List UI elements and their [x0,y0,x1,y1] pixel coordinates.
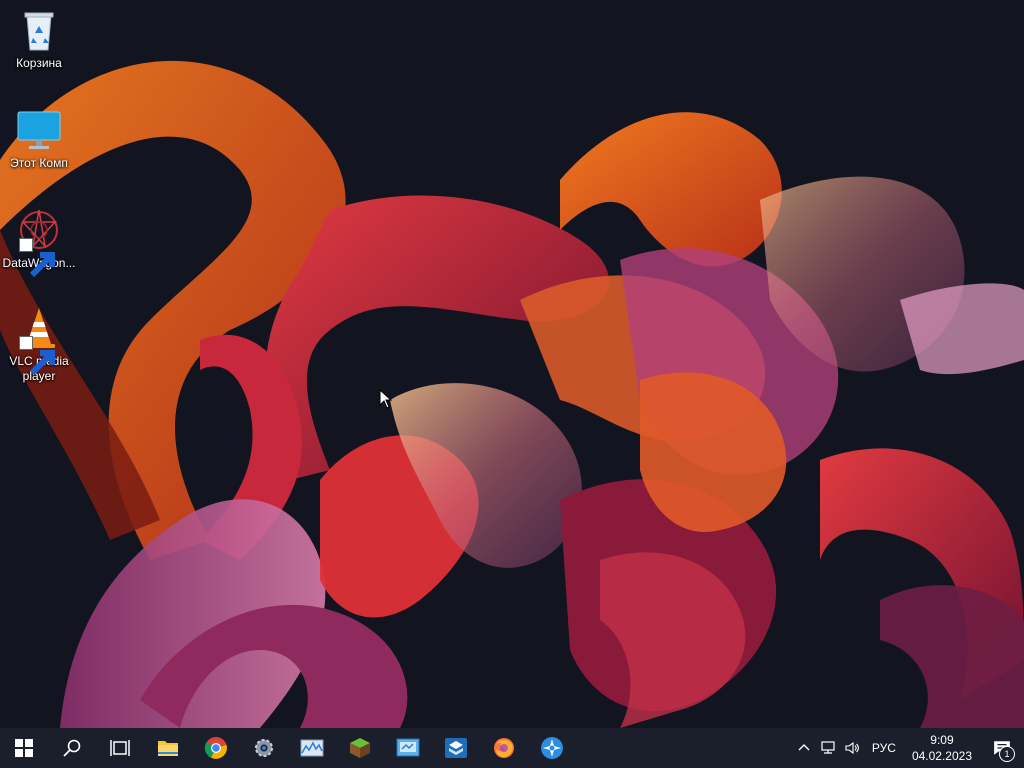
task-view-button[interactable] [96,728,144,768]
taskbar-settings[interactable] [240,728,288,768]
recycle-bin-icon [15,6,63,54]
start-icon [15,739,33,757]
clock-button[interactable]: 9:09 04.02.2023 [904,732,980,764]
search-button[interactable] [48,728,96,768]
taskbar-app[interactable] [528,728,576,768]
notification-count-badge: 1 [999,746,1015,762]
chevron-up-icon [798,744,810,751]
show-hidden-icons-button[interactable] [792,728,816,768]
file-explorer-icon [158,741,178,756]
search-icon [63,739,81,757]
desktop-icon-label: Этот Комп [10,156,68,170]
taskbar-virtualbox[interactable] [432,728,480,768]
task-view-icon [110,740,130,756]
taskbar-resource-monitor[interactable] [288,728,336,768]
volume-button[interactable] [840,728,864,768]
clock-time: 9:09 [930,733,954,747]
vlc-icon [15,304,63,376]
taskbar-firefox[interactable] [480,728,528,768]
settings-icon [255,739,273,757]
taskbar-file-explorer[interactable] [144,728,192,768]
language-indicator: РУС [871,741,896,755]
computer-icon [15,106,63,154]
start-button[interactable] [0,728,48,768]
taskbar: РУС 9:09 04.02.2023 1 [0,728,1024,768]
taskbar-minecraft[interactable] [336,728,384,768]
chrome-icon [204,737,227,759]
desktop-icon-this-pc[interactable]: Этот Комп [0,106,78,171]
desktop-wallpaper [0,0,1024,728]
shortcut-arrow-icon [19,238,55,278]
resource-monitor-icon [300,739,324,757]
shortcut-arrow-icon [19,336,55,376]
system-tray: РУС 9:09 04.02.2023 1 [792,728,1024,768]
clock-date: 04.02.2023 [911,749,972,763]
firefox-icon [494,738,514,758]
virtualbox-icon [445,738,467,758]
taskbar-control-panel[interactable] [384,728,432,768]
datawagon-icon [15,206,63,278]
minecraft-icon [350,738,370,758]
network-icon [821,741,835,754]
network-button[interactable] [816,728,840,768]
speaker-icon [845,741,859,755]
notification-center-button[interactable]: 1 [980,728,1024,768]
control-panel-icon [396,738,420,757]
desktop-icon-vlc[interactable]: VLC media player [0,304,78,384]
mouse-cursor-icon [379,389,393,409]
desktop-icon-recycle-bin[interactable]: Корзина [0,6,78,71]
taskbar-chrome[interactable] [192,728,240,768]
input-language-button[interactable]: РУС [864,728,904,768]
desktop-icon-datawagon[interactable]: DataWagon... [0,206,78,278]
app-icon [541,737,563,759]
desktop-icon-label: Корзина [16,56,62,70]
